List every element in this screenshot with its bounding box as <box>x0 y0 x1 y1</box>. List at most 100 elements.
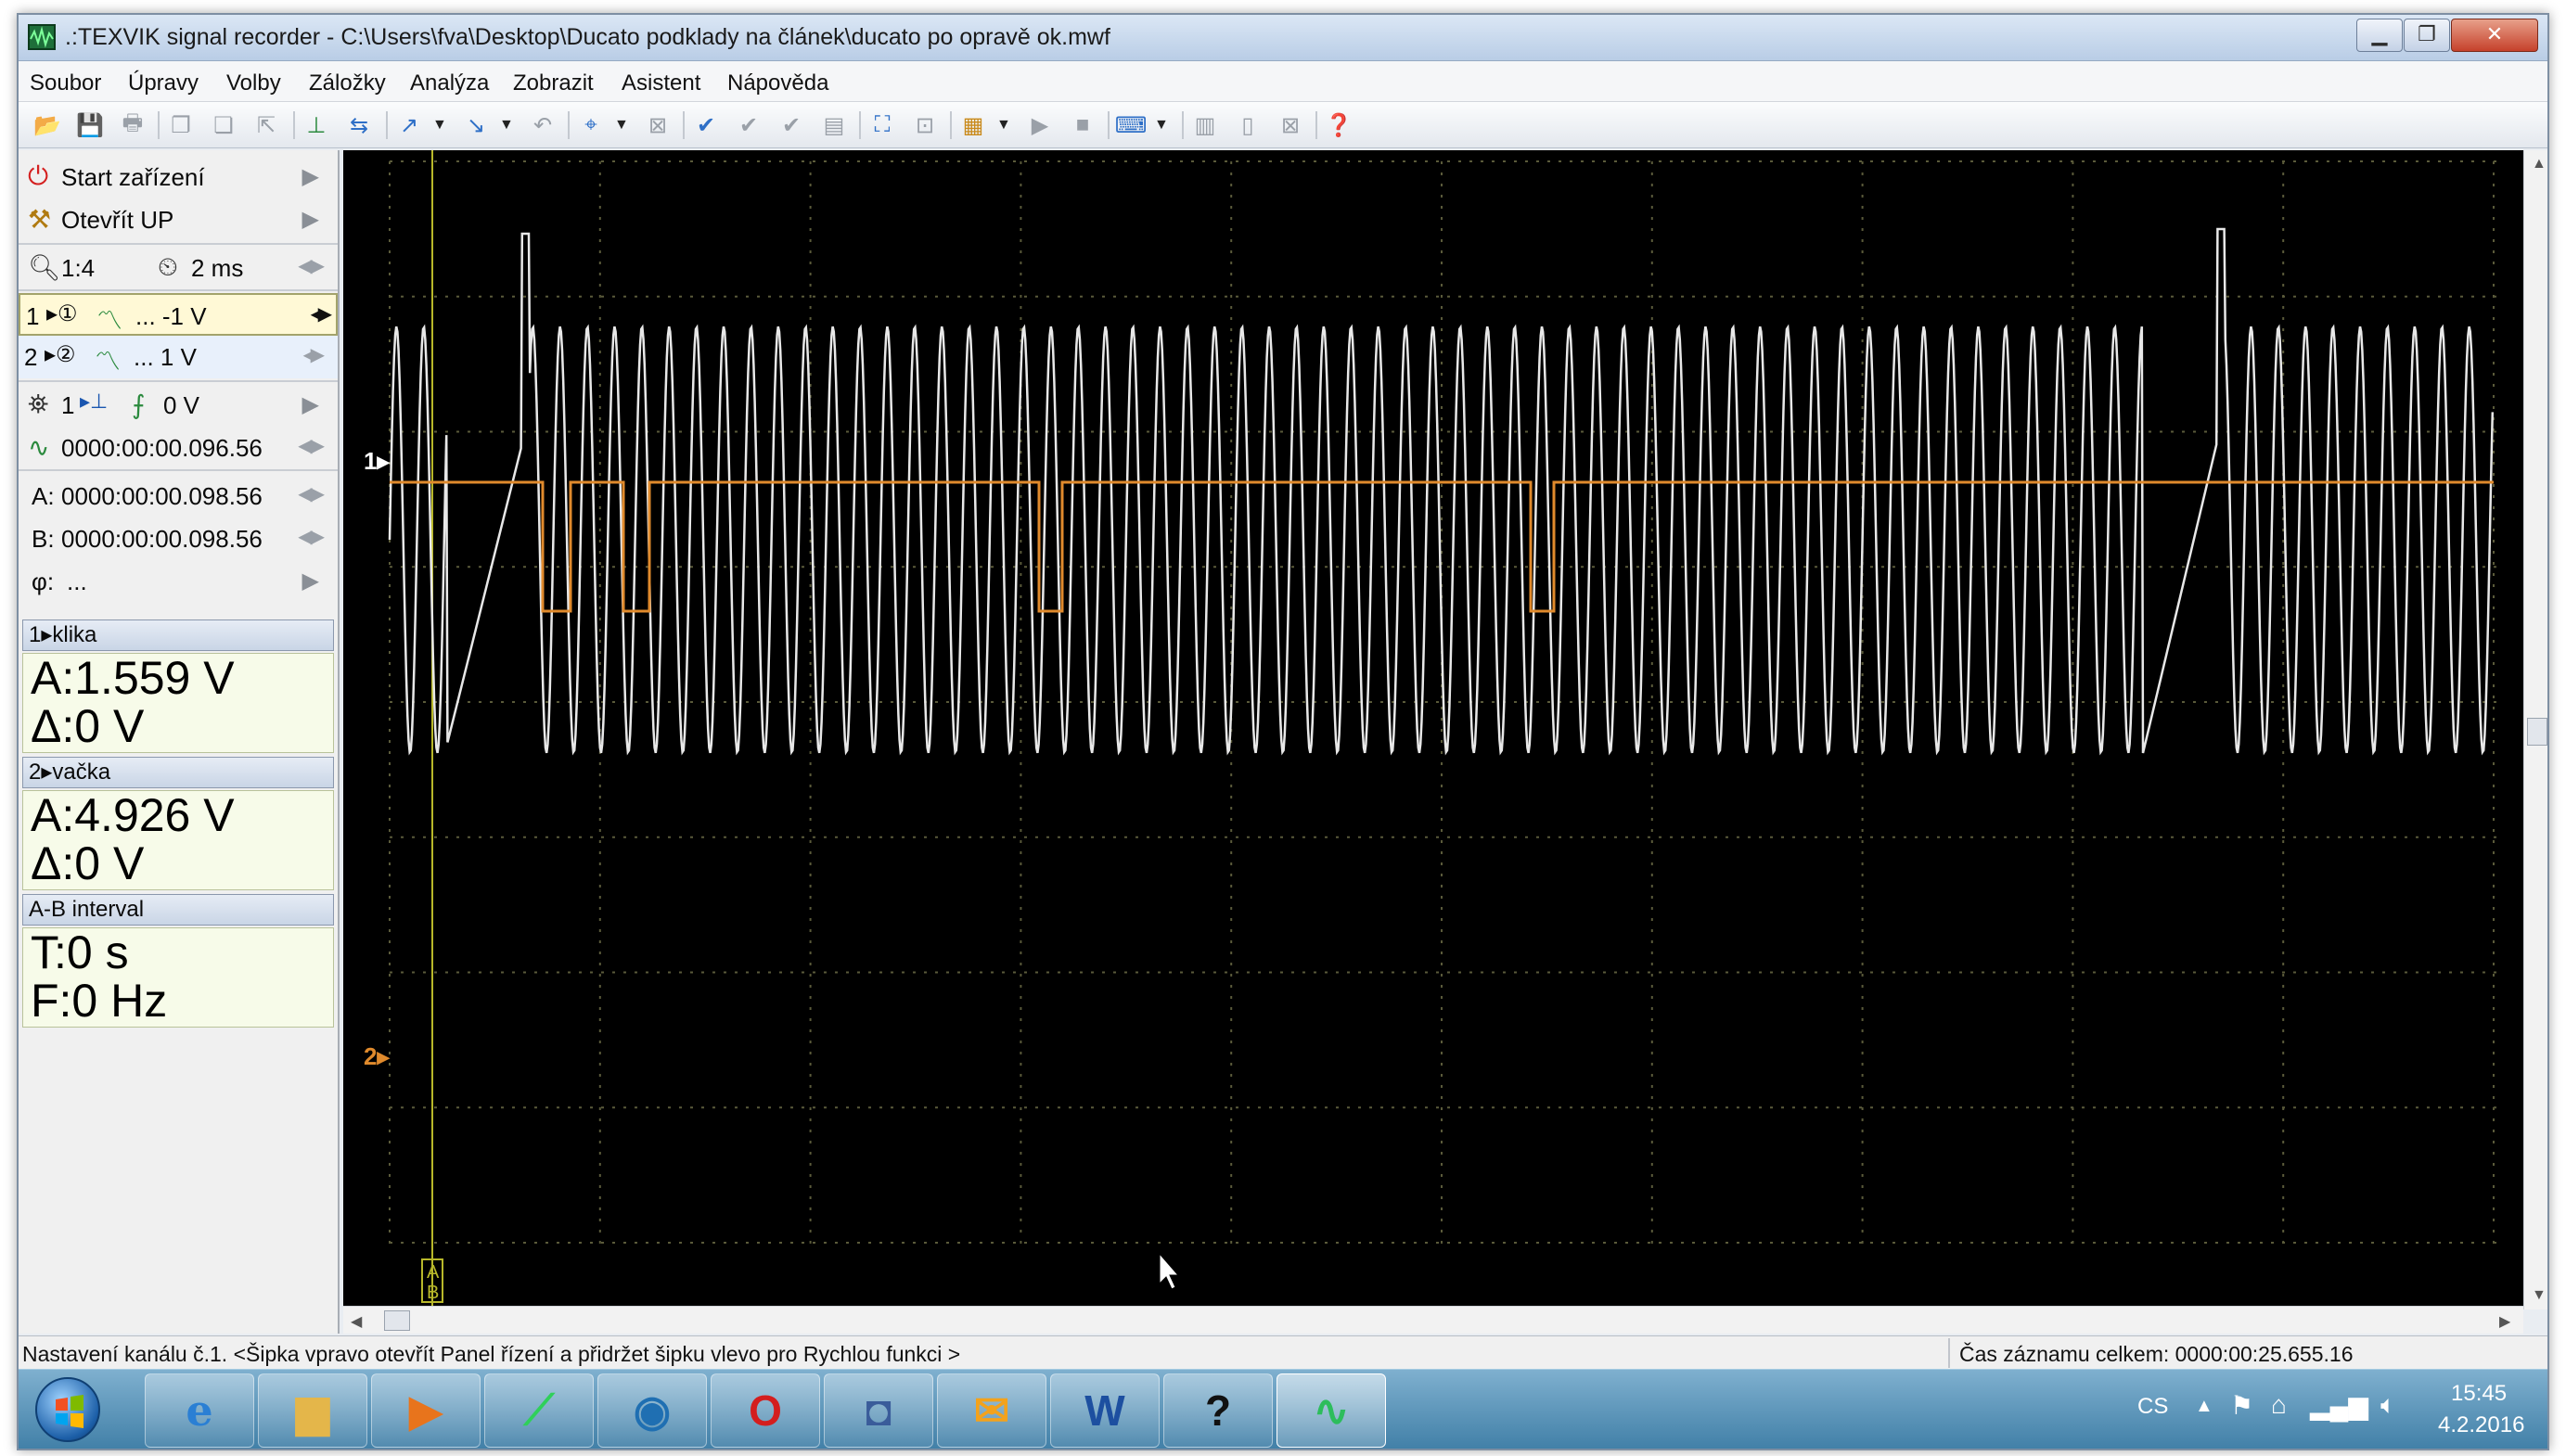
taskbar-help[interactable]: ? <box>1163 1373 1273 1448</box>
vertical-scroll-thumb[interactable] <box>2527 718 2547 746</box>
grid-dot <box>809 284 812 287</box>
check-icon[interactable]: ✔ <box>690 111 722 139</box>
check-next-icon[interactable]: ✔ <box>776 111 807 139</box>
grid-dot <box>1002 295 1005 298</box>
taskbar-internet-explorer[interactable]: e <box>145 1373 254 1448</box>
start-device-item[interactable]: ⏻ Start zařízení ▶ <box>19 156 338 198</box>
signal-up-icon[interactable]: ↗ <box>393 111 425 139</box>
taskbar-wifi[interactable]: ◉ <box>597 1373 707 1448</box>
taskbar-outlook[interactable]: ✉ <box>937 1373 1046 1448</box>
channel-2-setting[interactable]: 2 ▸② 〽 ... 1 V ◂▶ <box>19 336 338 378</box>
language-indicator[interactable]: CS <box>2137 1394 2168 1420</box>
chevron-down-icon[interactable]: ▼ <box>1154 117 1169 134</box>
taskbar-screenshot-tool[interactable]: ◘ <box>824 1373 933 1448</box>
close-button[interactable]: ✕ <box>2451 19 2538 52</box>
scroll-left-icon[interactable]: ◀ <box>351 1312 362 1331</box>
start-button[interactable] <box>35 1377 100 1442</box>
transfer-icon[interactable]: ⇆ <box>343 111 375 139</box>
menu-napoveda[interactable]: Nápověda <box>727 70 828 96</box>
grid-dot <box>1481 836 1483 838</box>
vertical-scrollbar[interactable]: ▲ ▼ <box>2523 150 2547 1309</box>
menu-upravy[interactable]: Úpravy <box>128 70 199 96</box>
trigger-row[interactable]: ⛯ 1 ▸⊥ ⨍ 0 V ▶ <box>19 384 338 427</box>
action-center-flag-icon[interactable]: ⚑ <box>2230 1390 2253 1421</box>
chevron-down-icon[interactable]: ▼ <box>614 117 629 134</box>
volume-icon[interactable]: 🔈︎ <box>2380 1390 2396 1421</box>
cursor-b-row[interactable]: B: 0000:00:00.098.56 ◀▶ <box>19 517 338 560</box>
menu-volby[interactable]: Volby <box>226 70 281 96</box>
channel-1-setting[interactable]: 1 ▸① 〽 ... -1 V ◂▶ <box>19 293 338 336</box>
usb-device-icon[interactable]: ⌂ <box>2271 1390 2287 1420</box>
grid-dot <box>1020 1052 1022 1054</box>
taskbar-opera[interactable]: O <box>711 1373 820 1448</box>
grid-dot <box>1650 618 1653 620</box>
channel-1-marker[interactable]: 1▸ <box>364 447 390 475</box>
document-icon[interactable]: ▤ <box>818 111 850 139</box>
phase-row[interactable]: φ: ... ▶ <box>19 560 338 603</box>
chevron-down-icon[interactable]: ▼ <box>499 117 514 134</box>
cursor-a-row[interactable]: A: 0000:00:00.098.56 ◀▶ <box>19 475 338 517</box>
undo-icon[interactable]: ↶ <box>527 111 558 139</box>
channel-1-arrows-icon[interactable]: ◂▶ <box>311 302 332 326</box>
network-signal-icon[interactable]: ▂▄▆ <box>2310 1390 2368 1421</box>
grid-dot <box>779 971 782 974</box>
chevron-down-icon[interactable]: ▼ <box>432 117 447 134</box>
zoom-out-icon[interactable]: ⊡ <box>909 111 941 139</box>
menu-soubor[interactable]: Soubor <box>30 70 101 96</box>
grid-dot <box>802 295 804 298</box>
level-icon: ⨍ <box>132 390 146 419</box>
maximize-button[interactable]: ❐ <box>2404 19 2450 52</box>
folder-abc-icon[interactable]: ▦ <box>957 111 989 139</box>
taskbar-media-player[interactable]: ▶ <box>371 1373 481 1448</box>
minimize-button[interactable]: ▁ <box>2356 19 2403 52</box>
horizontal-scroll-thumb[interactable] <box>384 1310 410 1331</box>
play-abc-icon[interactable]: ▶ <box>1024 111 1056 139</box>
paste-icon[interactable]: ❏ <box>208 111 239 139</box>
delete-measure-icon[interactable]: ⊠ <box>642 111 674 139</box>
scroll-up-icon[interactable]: ▲ <box>2532 156 2547 172</box>
show-hidden-icons-icon[interactable]: ▲ <box>2195 1396 2213 1417</box>
clock-date[interactable]: 4.2.2016 <box>2438 1412 2524 1438</box>
scroll-down-icon[interactable]: ▼ <box>2532 1287 2547 1304</box>
taskbar-texvik[interactable]: ∿ <box>1277 1373 1386 1448</box>
chevron-down-icon[interactable]: ▼ <box>996 117 1011 134</box>
keyboard-icon[interactable]: ⌨ <box>1115 111 1148 139</box>
taskbar-word[interactable]: W <box>1050 1373 1160 1448</box>
copy-icon[interactable]: ❐ <box>165 111 197 139</box>
scroll-right-icon[interactable]: ▶ <box>2499 1312 2510 1331</box>
menu-zalozky[interactable]: Záložky <box>309 70 386 96</box>
export-icon[interactable]: ⇱ <box>250 111 282 139</box>
print-icon[interactable]: 🖶 <box>117 110 148 139</box>
open-folder-icon[interactable]: 📂 <box>32 111 63 139</box>
close-doc-icon[interactable]: ⊠ <box>1275 111 1306 139</box>
grid-dot <box>2215 566 2218 568</box>
grid-dot <box>1002 430 1005 433</box>
grid-dot <box>2072 807 2074 810</box>
measure-icon[interactable]: ⌖ <box>575 111 607 139</box>
menu-zobrazit[interactable]: Zobrazit <box>513 70 594 96</box>
zoom-area-icon[interactable]: ⛶ <box>866 111 898 139</box>
help-icon[interactable]: ❓ <box>1323 111 1354 139</box>
grid-dot <box>809 929 812 932</box>
open-up-item[interactable]: ⚒ Otevřít UP ▶ <box>19 198 338 241</box>
phase-label: φ: <box>32 568 55 595</box>
grid-dot <box>1650 1207 1653 1210</box>
chart-icon[interactable]: ▥ <box>1189 111 1221 139</box>
position-row[interactable]: ∿ 0000:00:00.096.56 ◀▶ <box>19 427 338 469</box>
stop-abc-icon[interactable]: ■ <box>1067 111 1098 139</box>
channel-2-marker[interactable]: 2▸ <box>364 1042 390 1070</box>
menu-analyza[interactable]: Analýza <box>410 70 489 96</box>
clock-time[interactable]: 15:45 <box>2451 1381 2507 1407</box>
trigger-icon[interactable]: ⊥ <box>301 111 332 139</box>
grid-dot <box>1650 250 1653 253</box>
zoom-timebase-row[interactable]: 🔍︎ 1:4 ⏲ 2 ms ◀▶ <box>19 247 338 289</box>
check-all-icon[interactable]: ✔ <box>733 111 764 139</box>
menu-asistent[interactable]: Asistent <box>622 70 700 96</box>
oscilloscope-display[interactable]: 1▸ 2▸ A B <box>343 150 2523 1306</box>
save-icon[interactable]: 💾 <box>74 111 106 139</box>
signal-down-icon[interactable]: ↘ <box>460 111 492 139</box>
page-icon[interactable]: ▯ <box>1232 111 1264 139</box>
taskbar-chart-app[interactable]: ⟋ <box>484 1373 594 1448</box>
horizontal-scrollbar[interactable]: ◀ ▶ <box>343 1306 2523 1334</box>
taskbar-explorer[interactable]: ▆ <box>258 1373 367 1448</box>
